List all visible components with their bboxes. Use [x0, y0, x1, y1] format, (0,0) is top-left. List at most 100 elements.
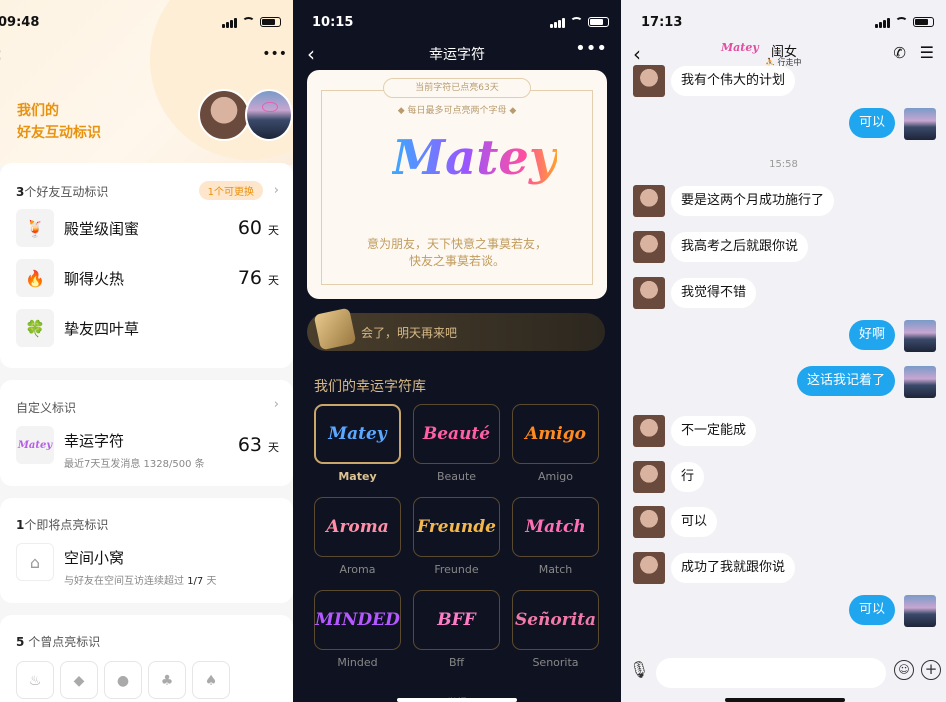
clover-icon[interactable]: ♣ [148, 661, 186, 699]
stone-icon[interactable]: ◆ [60, 661, 98, 699]
contact-avatar[interactable] [633, 415, 665, 447]
progress-text: 与好友在空间互访连续超过 1/7 天 [64, 576, 217, 587]
badge-row[interactable]: 🔥 聊得火热 76 天 [16, 258, 279, 298]
char-tile-aroma[interactable]: Aroma [314, 497, 401, 557]
more-icon[interactable]: ••• [575, 38, 607, 59]
signal-icon [222, 17, 237, 28]
tile-label: Bff [448, 656, 465, 669]
message-bubble[interactable]: 这话我记着了 [796, 366, 895, 396]
message-bubble[interactable]: 行 [671, 462, 705, 492]
daily-status-bar[interactable]: 会了，明天再来吧 [307, 307, 605, 351]
space-nest-row[interactable]: ⌂ 空间小窝 与好友在空间互访连续超过 1/7 天 [16, 542, 279, 587]
badge-row[interactable]: 🍀 挚友四叶草 [16, 308, 279, 348]
message-bubble[interactable]: 可以 [671, 507, 718, 537]
char-tile-freunde[interactable]: Freunde [413, 497, 500, 557]
back-icon[interactable]: ‹ [0, 42, 2, 66]
contact-avatar[interactable] [633, 185, 665, 217]
section-header: 3个好友互动标识 [16, 185, 109, 199]
custom-badge-card: 自定义标识 › Matey 幸运字符 最近7天互发消息 1328/500 条 6… [0, 380, 293, 486]
lit-days-caption: 当前字符已点亮63天 [383, 78, 531, 98]
phone-icon[interactable]: ✆ [893, 44, 906, 62]
contact-avatar[interactable] [633, 461, 665, 493]
drop-icon[interactable]: ● [104, 661, 142, 699]
tile-label: Aroma [339, 563, 376, 576]
section-header: 5 个曾点亮标识 [16, 635, 101, 649]
message-input[interactable] [656, 658, 886, 688]
tile-label: Matey [338, 470, 377, 483]
char-tile-senorita[interactable]: Señorita [512, 590, 599, 650]
fire-icon: 🔥 [16, 259, 54, 297]
battery-icon [588, 17, 609, 27]
wifi-icon [570, 17, 583, 27]
tile-label: Minded [337, 656, 378, 669]
plus-icon[interactable]: + [921, 660, 941, 680]
my-avatar[interactable] [245, 89, 293, 141]
signal-icon [875, 17, 890, 28]
my-avatar[interactable] [904, 320, 936, 352]
cocktail-icon[interactable]: ♨ [16, 661, 54, 699]
message-bubble[interactable]: 我觉得不错 [671, 278, 757, 308]
message-bubble[interactable]: 好啊 [848, 320, 895, 350]
char-tile-match[interactable]: Match [512, 497, 599, 557]
upcoming-badge-card: 1个即将点亮标识 ⌂ 空间小窝 与好友在空间互访连续超过 1/7 天 [0, 498, 293, 603]
home-indicator [725, 698, 845, 702]
nav-bar: ‹ 幸运字符 ••• [293, 38, 621, 66]
section-header: 1个即将点亮标识 [16, 518, 109, 532]
tile-label: Senorita [532, 656, 579, 669]
friend-avatar[interactable] [198, 89, 250, 141]
matey-badge-icon[interactable]: Matey [721, 41, 759, 54]
library-title: 我们的幸运字符库 [314, 379, 426, 395]
contact-avatar[interactable] [633, 506, 665, 538]
wifi-icon [242, 17, 255, 27]
menu-icon[interactable]: ☰ [920, 43, 934, 62]
contact-avatar[interactable] [633, 65, 665, 97]
replaceable-badge[interactable]: 1个可更换 [198, 181, 263, 200]
tile-label: Amigo [537, 470, 573, 483]
char-tile-beaute[interactable]: Beauté [413, 404, 500, 464]
interaction-badges-card: 3个好友互动标识 1个可更换 › 🍹 殿堂级闺蜜 60 天 🔥 聊得火热 76 天 … [0, 163, 293, 368]
clover-icon: 🍀 [16, 309, 54, 347]
contact-avatar[interactable] [633, 552, 665, 584]
lucky-char-card: 当前字符已点亮63天 ◆ 每日最多可点亮两个字母 ◆ Matey 意为朋友，天下… [307, 70, 607, 299]
char-tile-matey[interactable]: Matey [314, 404, 401, 464]
matey-badge-icon: Matey [16, 426, 54, 464]
contact-avatar[interactable] [633, 277, 665, 309]
lucky-char-screen: 10:15 ‹ 幸运字符 ••• 当前字符已点亮63天 ◆ 每日最多可点亮两个字… [293, 0, 621, 702]
house-icon: ⌂ [16, 543, 54, 581]
microphone-icon[interactable]: 🎙 [629, 660, 649, 679]
chevron-right-icon[interactable]: › [274, 183, 279, 198]
badge-row[interactable]: 🍹 殿堂级闺蜜 60 天 [16, 208, 279, 248]
section-header: 自定义标识 [16, 401, 77, 415]
message-bubble[interactable]: 我高考之后就跟你说 [671, 232, 809, 262]
message-bubble[interactable]: 要是这两个月成功施行了 [671, 186, 835, 216]
signal-icon [550, 17, 565, 28]
my-avatar[interactable] [904, 595, 936, 627]
char-tile-amigo[interactable]: Amigo [512, 404, 599, 464]
more-icon[interactable]: ••• [262, 46, 287, 62]
chevron-right-icon[interactable]: › [274, 397, 279, 412]
emoji-icon[interactable]: ☺ [894, 660, 914, 680]
my-avatar[interactable] [904, 108, 936, 140]
back-icon[interactable]: ‹ [307, 42, 315, 66]
status-bar: 10:15 [293, 0, 621, 44]
char-tile-minded[interactable]: MINDED [314, 590, 401, 650]
char-tile-bff[interactable]: BFF [413, 590, 500, 650]
back-icon[interactable]: ‹ [633, 42, 641, 66]
sprout-icon[interactable]: ♠ [192, 661, 230, 699]
my-avatar[interactable] [904, 366, 936, 398]
timestamp: 15:58 [769, 159, 798, 170]
message-bubble[interactable]: 不一定能成 [671, 416, 757, 446]
matey-logo: Matey [392, 130, 557, 186]
message-bubble[interactable]: 可以 [848, 595, 895, 625]
message-bubble[interactable]: 我有个伟大的计划 [671, 66, 796, 96]
tile-label: Match [538, 563, 573, 576]
message-bubble[interactable]: 可以 [848, 108, 895, 138]
battery-icon [913, 17, 934, 27]
past-badges-card: 5 个曾点亮标识 ♨ ◆ ● ♣ ♠ [0, 615, 293, 702]
lucky-char-row[interactable]: Matey 幸运字符 最近7天互发消息 1328/500 条 63 天 [16, 425, 279, 470]
contact-avatar[interactable] [633, 231, 665, 263]
status-time: 09:48 [0, 14, 40, 30]
status-bar: 17:13 [621, 0, 946, 44]
message-bubble[interactable]: 成功了我就跟你说 [671, 553, 796, 583]
tile-label: Beaute [436, 470, 477, 483]
